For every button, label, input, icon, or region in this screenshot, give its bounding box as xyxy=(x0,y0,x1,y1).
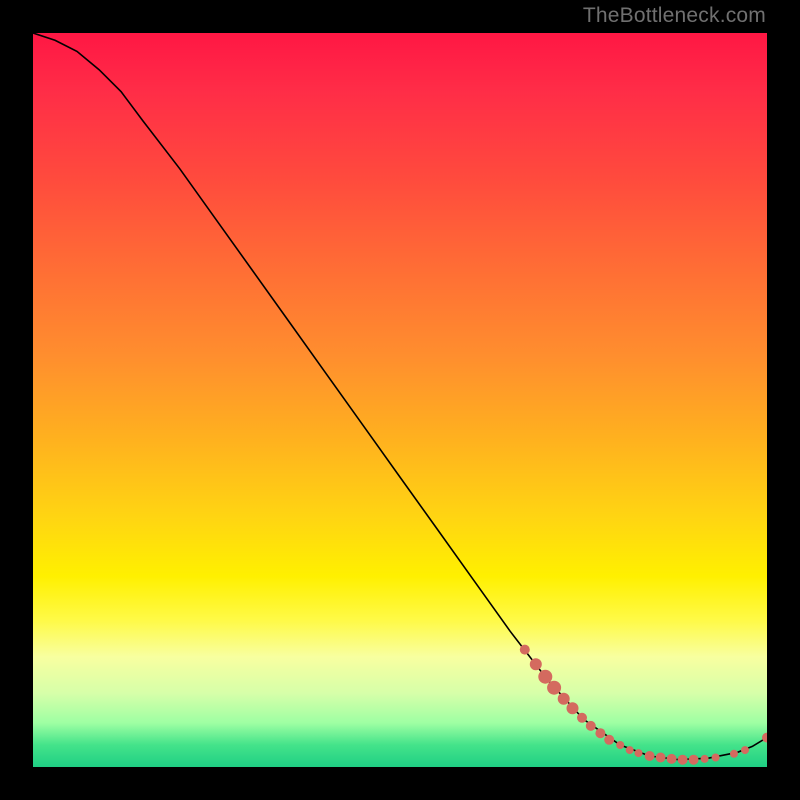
watermark-text: TheBottleneck.com xyxy=(583,4,766,28)
plot-background xyxy=(33,33,767,767)
